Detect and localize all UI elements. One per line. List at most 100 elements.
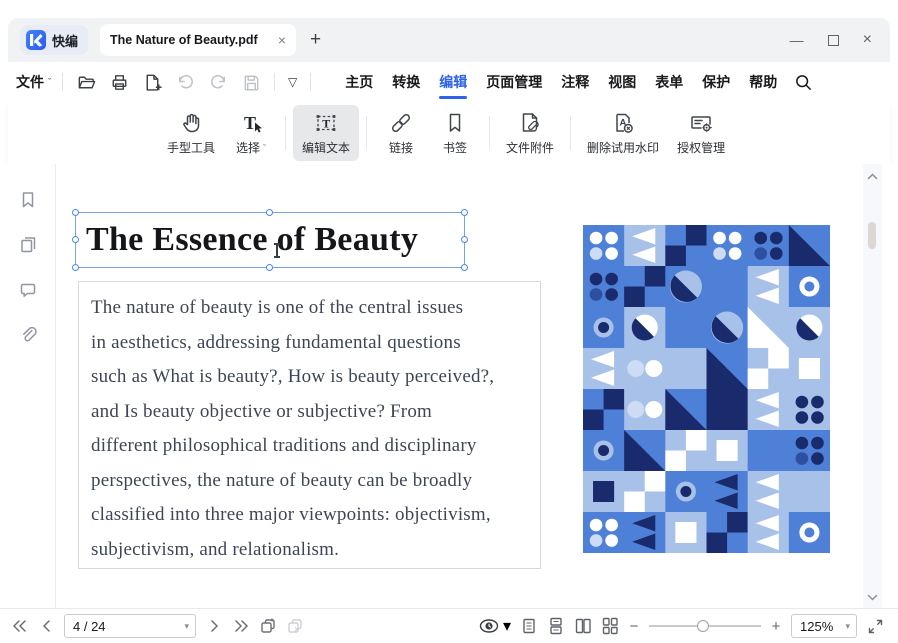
left-panel-bar: [0, 164, 56, 608]
pattern-image: [583, 225, 830, 553]
tab-comment[interactable]: 注释: [560, 63, 590, 101]
continuous-view-icon[interactable]: [547, 617, 565, 635]
window-controls: — ×: [790, 31, 872, 49]
main-area: The Essence of Beauty The nature of beau…: [0, 164, 898, 608]
previous-page-icon[interactable]: [37, 617, 55, 635]
search-icon[interactable]: [794, 73, 813, 92]
pdf-page[interactable]: The Essence of Beauty The nature of beau…: [57, 164, 862, 608]
file-attachment-icon: [517, 110, 543, 136]
tab-view[interactable]: 视图: [607, 63, 637, 101]
resize-handle[interactable]: [461, 209, 468, 216]
resize-handle[interactable]: [266, 209, 273, 216]
titlebar: 快编 The Nature of Beauty.pdf × + — ×: [8, 18, 890, 62]
replace-page-icon: [286, 617, 304, 635]
zoom-level-input[interactable]: 125% ▾: [791, 614, 857, 638]
caret-down-icon[interactable]: ▾: [184, 621, 189, 632]
svg-text:T: T: [322, 117, 330, 131]
pages-panel-icon[interactable]: [18, 235, 38, 255]
collapse-toolbar-icon[interactable]: ▽: [286, 75, 299, 89]
file-menu-button[interactable]: 文件 ˇ: [16, 72, 51, 92]
resize-handle[interactable]: [461, 264, 468, 271]
tab-form[interactable]: 表单: [654, 63, 684, 101]
zoom-out-button[interactable]: −: [628, 618, 640, 635]
minimize-button[interactable]: —: [790, 32, 804, 48]
bookmarks-panel-icon[interactable]: [18, 190, 38, 210]
separator: [366, 116, 367, 150]
tab-convert[interactable]: 转换: [391, 63, 421, 101]
paragraph-text-box[interactable]: The nature of beauty is one of the centr…: [78, 281, 541, 569]
document-tab-title: The Nature of Beauty.pdf: [110, 33, 272, 47]
app-window: 快编 The Nature of Beauty.pdf × + — × 文件 ˇ: [0, 0, 898, 643]
attachments-panel-icon[interactable]: [18, 325, 38, 345]
zoom-in-button[interactable]: +: [770, 618, 782, 635]
resize-handle[interactable]: [72, 209, 79, 216]
next-page-icon[interactable]: [205, 617, 223, 635]
close-button[interactable]: ×: [863, 31, 872, 49]
license-icon: [688, 110, 714, 136]
maximize-button[interactable]: [828, 35, 839, 46]
document-title: The Essence of Beauty: [76, 213, 464, 267]
tab-help[interactable]: 帮助: [748, 63, 778, 101]
comments-panel-icon[interactable]: [18, 280, 38, 300]
last-page-icon[interactable]: [232, 617, 250, 635]
resize-handle[interactable]: [72, 236, 79, 243]
resize-handle[interactable]: [266, 264, 273, 271]
tool-select[interactable]: T 选择ˇ: [224, 105, 278, 161]
bookmark-icon: [442, 110, 468, 136]
tool-file-attachment[interactable]: 文件附件: [497, 105, 563, 161]
new-tab-button[interactable]: +: [310, 29, 321, 51]
open-file-icon[interactable]: [74, 70, 98, 94]
separator: [310, 73, 311, 91]
zoom-slider-handle[interactable]: [697, 620, 709, 632]
tool-ribbon: 手型工具 T 选择ˇ T: [8, 102, 890, 164]
tab-edit[interactable]: 编辑: [438, 63, 468, 101]
separator: [62, 73, 63, 91]
separator: [285, 116, 286, 150]
resize-handle[interactable]: [72, 264, 79, 271]
statusbar: 4 / 24 ▾: [0, 608, 898, 643]
scrollbar-thumb[interactable]: [868, 222, 876, 249]
app-logo[interactable]: 快编: [20, 25, 88, 55]
hand-icon: [178, 110, 204, 136]
zoom-slider[interactable]: [649, 619, 761, 633]
document-tab[interactable]: The Nature of Beauty.pdf ×: [100, 24, 296, 56]
single-page-view-icon[interactable]: [520, 617, 538, 635]
resize-handle[interactable]: [461, 236, 468, 243]
tool-remove-watermark[interactable]: A 删除试用水印: [578, 105, 668, 161]
page-indicator-input[interactable]: 4 / 24 ▾: [64, 614, 196, 638]
scroll-up-icon[interactable]: [866, 172, 879, 181]
tab-protect[interactable]: 保护: [701, 63, 731, 101]
tab-page-management[interactable]: 页面管理: [485, 63, 543, 101]
menu-tabs: 主页 转换 编辑 页面管理 注释 视图 表单 保护 帮助: [344, 63, 778, 101]
undo-icon: [173, 70, 197, 94]
tool-bookmark[interactable]: 书签: [428, 105, 482, 161]
redo-icon: [206, 70, 230, 94]
selected-text-box[interactable]: The Essence of Beauty: [75, 212, 465, 268]
fullscreen-icon[interactable]: [866, 617, 884, 635]
first-page-icon[interactable]: [10, 617, 28, 635]
tool-license-management[interactable]: 授权管理: [668, 105, 734, 161]
kuaibian-logo-icon: [26, 30, 46, 50]
tool-hand[interactable]: 手型工具: [158, 105, 224, 161]
quick-actions: [74, 70, 263, 94]
tool-link[interactable]: 链接: [374, 105, 428, 161]
caret-down-icon[interactable]: ▾: [845, 621, 850, 632]
two-page-view-icon[interactable]: [574, 617, 592, 635]
vertical-scrollbar[interactable]: [863, 164, 882, 608]
print-icon[interactable]: [107, 70, 131, 94]
tab-home[interactable]: 主页: [344, 63, 374, 101]
scroll-down-icon[interactable]: [866, 593, 879, 602]
two-page-scroll-view-icon[interactable]: [601, 617, 619, 635]
add-page-icon[interactable]: [259, 617, 277, 635]
save-icon: [239, 70, 263, 94]
link-icon: [388, 110, 414, 136]
new-file-icon[interactable]: [140, 70, 164, 94]
page-navigation: 4 / 24 ▾: [10, 614, 304, 638]
tab-close-icon[interactable]: ×: [278, 32, 286, 48]
edit-text-icon: T: [313, 110, 339, 136]
tool-edit-text[interactable]: T 编辑文本: [293, 105, 359, 161]
view-zoom-controls: ▾: [479, 614, 884, 638]
view-mode-button[interactable]: ▾: [479, 616, 511, 636]
geometric-pattern-figure[interactable]: [583, 225, 830, 553]
chevron-down-icon: ˇ: [263, 143, 266, 153]
